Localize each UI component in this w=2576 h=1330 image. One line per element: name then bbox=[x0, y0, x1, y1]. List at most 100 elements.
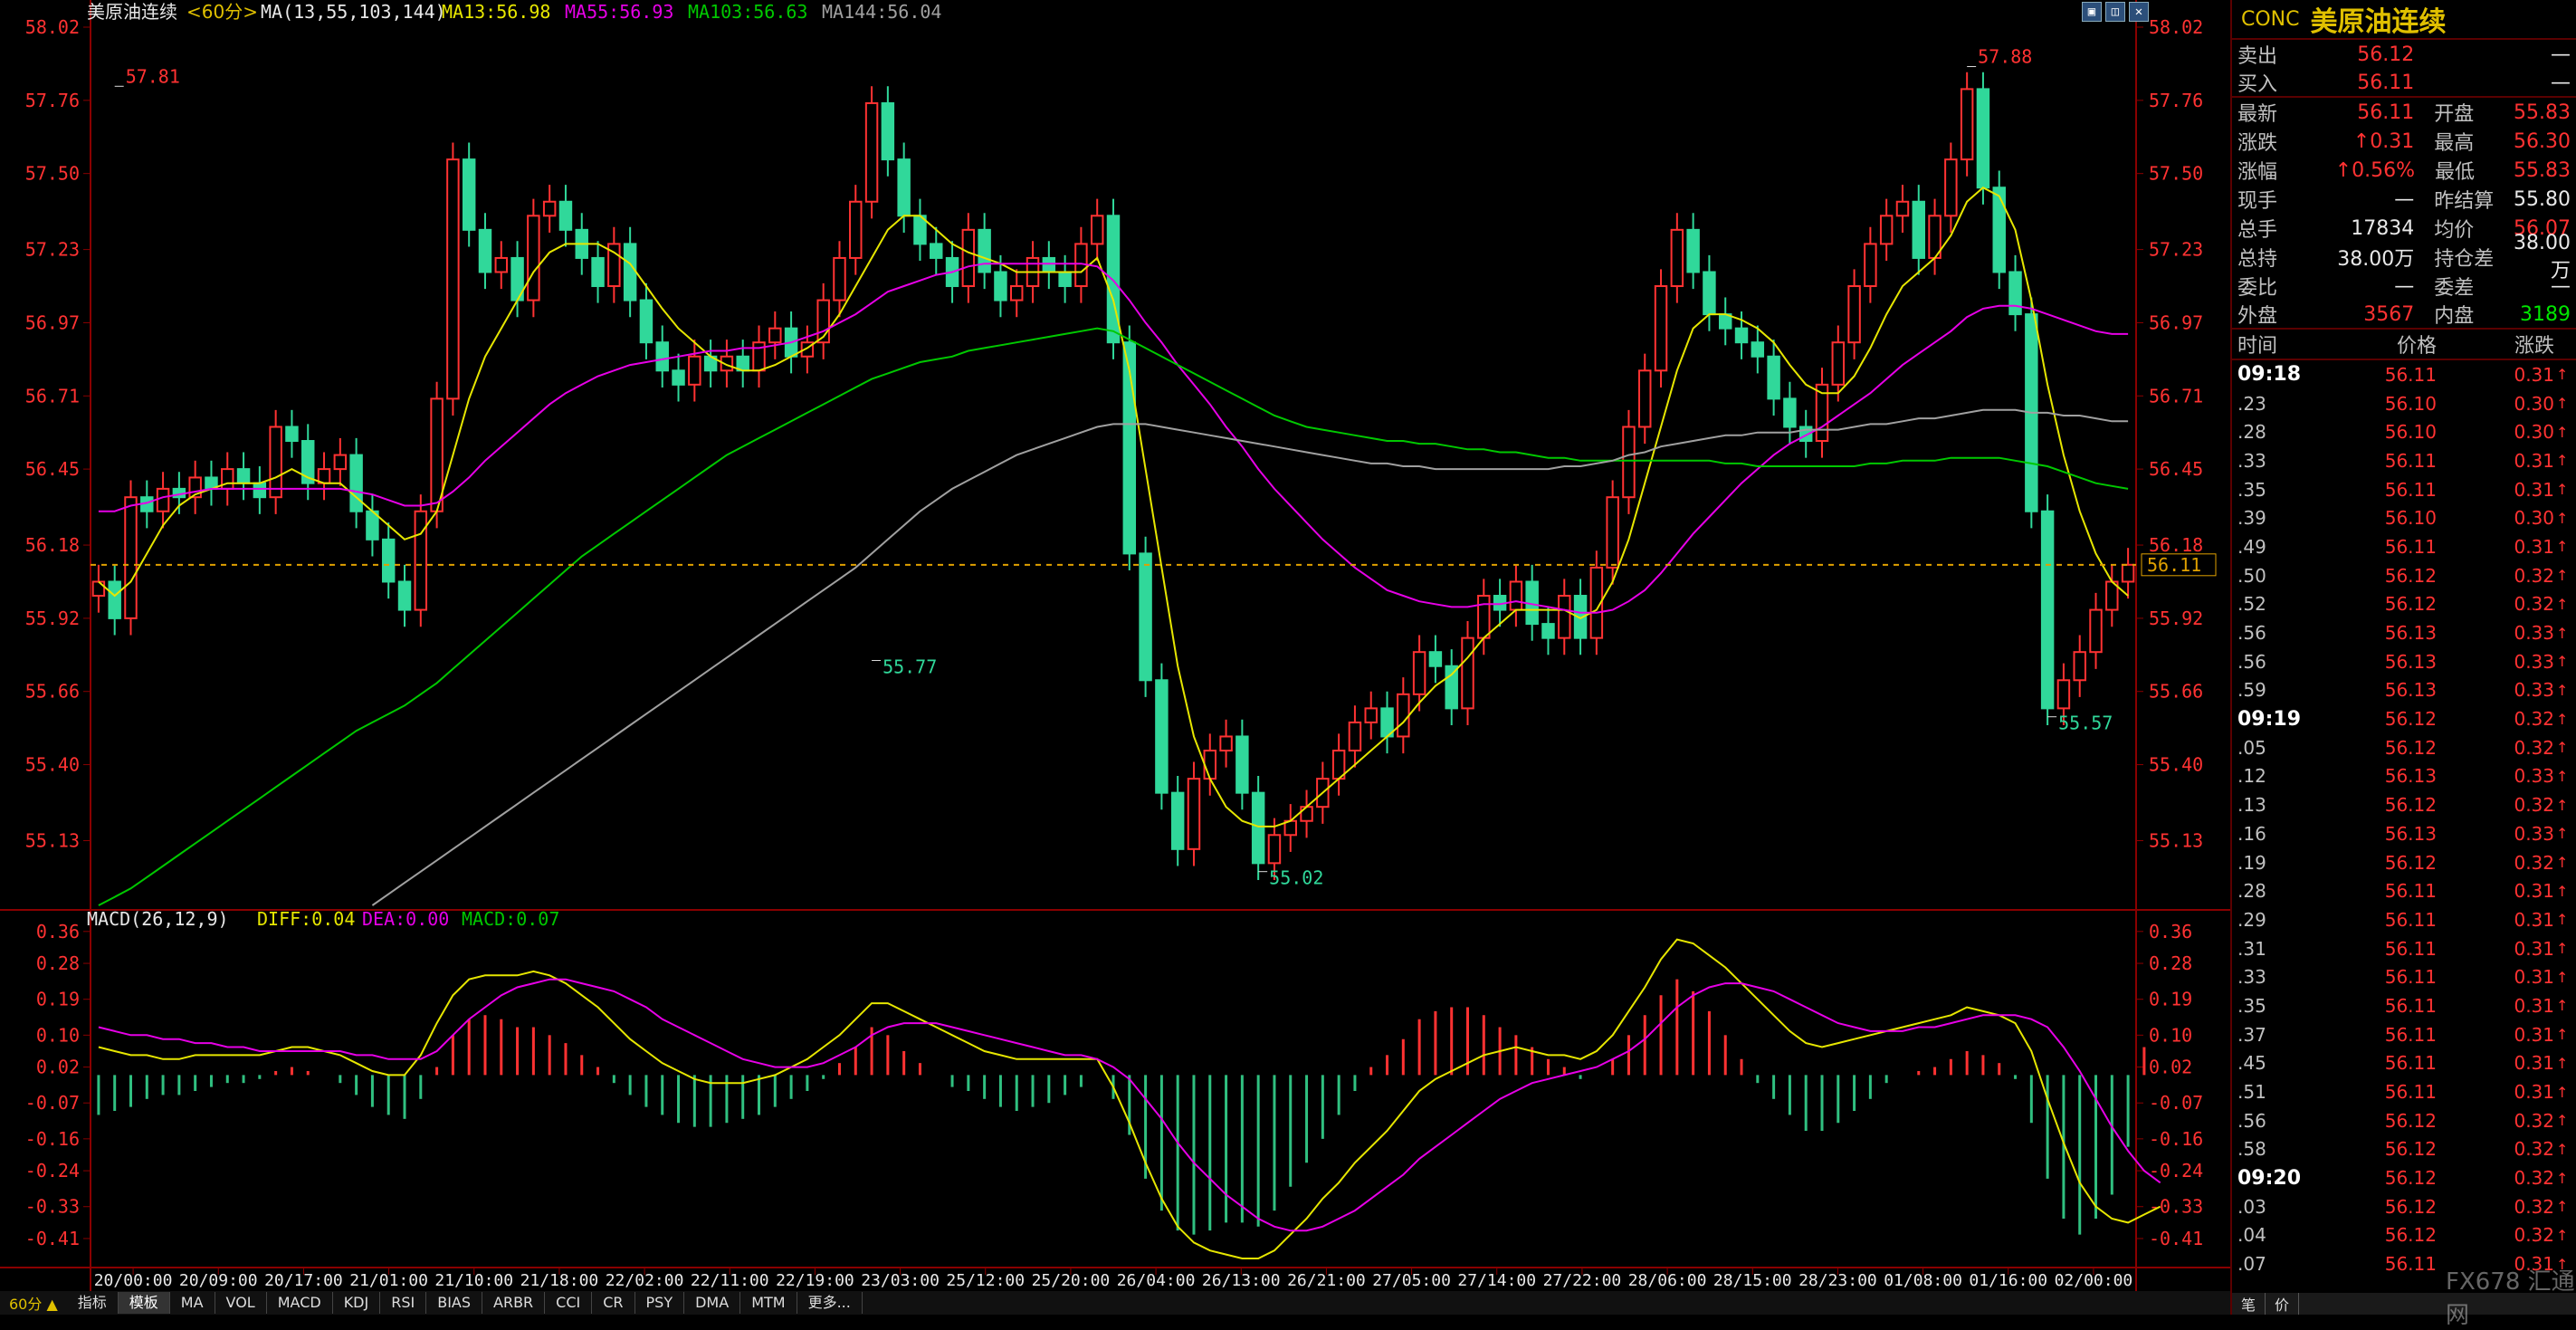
indicator-tab[interactable]: CR bbox=[592, 1292, 635, 1314]
candle-body bbox=[833, 256, 846, 301]
up-arrow-icon: ↑ bbox=[2556, 1169, 2569, 1187]
tick-row: .29 56.11 0.31 ↑ bbox=[2232, 905, 2576, 934]
candle-body bbox=[269, 426, 282, 499]
tick-price: 56.11 bbox=[2384, 478, 2437, 501]
period-selector[interactable]: 60分 ▲ bbox=[0, 1292, 67, 1314]
tick-time: 09:20 bbox=[2237, 1166, 2302, 1190]
price-tick-label-left: 56.97 bbox=[25, 311, 80, 333]
candle-body bbox=[1847, 285, 1861, 344]
candle-body bbox=[124, 496, 138, 619]
restore-icon[interactable]: ▣ bbox=[2082, 2, 2102, 22]
macd-tick-label-right: -0.16 bbox=[2149, 1128, 2203, 1150]
time-tick-label: 27/14:00 bbox=[1457, 1271, 1536, 1290]
indicator-tab[interactable]: ARBR bbox=[482, 1292, 546, 1314]
indicator-tab[interactable]: KDJ bbox=[333, 1292, 381, 1314]
quote-val: — bbox=[2394, 274, 2415, 298]
price-tick-label-right: 55.66 bbox=[2149, 681, 2203, 703]
tick-change: 0.32 bbox=[2514, 1167, 2554, 1190]
quote-lbl2: 均价 bbox=[2434, 219, 2475, 242]
tick-row: .33 56.11 0.31 ↑ bbox=[2232, 446, 2576, 475]
candle-body bbox=[2008, 271, 2022, 316]
up-arrow-icon: ↑ bbox=[2556, 739, 2569, 757]
indicator-tab[interactable]: PSY bbox=[635, 1292, 685, 1314]
time-tick-label: 26/21:00 bbox=[1287, 1271, 1366, 1290]
time-tick-label: 22/11:00 bbox=[691, 1271, 769, 1290]
indicator-tab[interactable]: 模板 bbox=[118, 1292, 170, 1314]
ma-value-label: MA103:56.63 bbox=[688, 1, 807, 23]
extreme-label: 55.77 bbox=[883, 656, 937, 678]
quote-lbl: 最新 bbox=[2237, 103, 2278, 126]
macd-tick-label-right: 0.10 bbox=[2149, 1024, 2192, 1046]
tick-price: 56.13 bbox=[2384, 622, 2437, 645]
indicator-tab[interactable]: RSI bbox=[380, 1292, 427, 1314]
tick-header-price: 价格 bbox=[2396, 335, 2437, 358]
indicator-tab[interactable]: MACD bbox=[267, 1292, 333, 1314]
tick-time: .37 bbox=[2237, 1023, 2266, 1046]
indicator-tab[interactable]: MA bbox=[170, 1292, 215, 1314]
indicator-tab[interactable]: 指标 bbox=[67, 1292, 119, 1314]
tick-header-time: 时间 bbox=[2237, 335, 2278, 358]
candle-body bbox=[978, 228, 991, 273]
indicator-tab[interactable]: 更多... bbox=[797, 1292, 863, 1314]
time-tick-label: 21/10:00 bbox=[434, 1271, 513, 1290]
indicator-tab[interactable]: CCI bbox=[545, 1292, 593, 1314]
tick-row: 09:18 56.11 0.31 ↑ bbox=[2232, 360, 2576, 389]
tick-change: 0.32 bbox=[2514, 736, 2554, 759]
candle-body bbox=[1219, 735, 1233, 752]
candle-body bbox=[1139, 552, 1152, 682]
candle-body bbox=[1412, 651, 1426, 695]
chart-area[interactable]: 58.02 58.02 57.76 57.76 57.50 57.50 57.23 57.23… bbox=[0, 0, 2230, 1315]
candle-body bbox=[333, 454, 348, 471]
tick-price: 56.11 bbox=[2384, 1253, 2437, 1276]
up-arrow-icon: ↑ bbox=[2556, 1054, 2569, 1072]
time-tick-label: 01/16:00 bbox=[1969, 1271, 2047, 1290]
candle-body bbox=[381, 538, 396, 583]
tick-row: 09:20 56.12 0.32 ↑ bbox=[2232, 1163, 2576, 1192]
close-icon[interactable]: ✕ bbox=[2129, 2, 2149, 22]
tick-change: 0.31 bbox=[2514, 908, 2554, 931]
tick-list[interactable]: 09:18 56.11 0.31 ↑ .23 56.10 0.30 ↑ .28 56.10 0.30… bbox=[2232, 360, 2576, 1278]
tick-row: .35 56.11 0.31 ↑ bbox=[2232, 991, 2576, 1020]
ma-value-label: MA13:56.98 bbox=[442, 1, 550, 23]
tab-price[interactable]: 价 bbox=[2266, 1293, 2300, 1315]
tick-change: 0.31 bbox=[2514, 1052, 2554, 1075]
tick-price: 56.11 bbox=[2384, 449, 2437, 472]
indicator-tab[interactable]: MTM bbox=[740, 1292, 797, 1314]
candle-body bbox=[688, 355, 701, 386]
quote-title: CONC 美原油连续 bbox=[2232, 0, 2576, 40]
tick-row: .03 56.12 0.32 ↑ bbox=[2232, 1192, 2576, 1221]
split-icon[interactable]: ◫ bbox=[2105, 2, 2125, 22]
ma-value-label: MA55:56.93 bbox=[565, 1, 673, 23]
ma-line-ma144 bbox=[371, 408, 2129, 906]
tick-price: 56.13 bbox=[2384, 679, 2437, 702]
up-arrow-icon: ↑ bbox=[2556, 653, 2569, 671]
time-tick-label: 22/19:00 bbox=[776, 1271, 854, 1290]
indicator-tab[interactable]: VOL bbox=[215, 1292, 267, 1314]
chart-period: <60分> bbox=[186, 1, 258, 23]
tick-time: .45 bbox=[2237, 1052, 2266, 1075]
candle-body bbox=[1106, 215, 1121, 344]
candle-body bbox=[864, 101, 879, 203]
tab-trades[interactable]: 笔 bbox=[2232, 1293, 2266, 1315]
chart-svg[interactable]: 58.02 58.02 57.76 57.76 57.50 57.50 57.23 57.23… bbox=[0, 0, 2230, 1291]
quote-lbl2: 持仓差 bbox=[2434, 248, 2495, 271]
tick-change: 0.30 bbox=[2514, 507, 2554, 530]
macd-value-label: MACD:0.07 bbox=[462, 908, 559, 930]
macd-tick-label-left: -0.41 bbox=[25, 1228, 80, 1249]
indicator-tab[interactable]: BIAS bbox=[426, 1292, 483, 1314]
price-tick-label-right: 57.76 bbox=[2149, 90, 2203, 111]
macd-diff-label: DIFF:0.04 bbox=[257, 908, 355, 930]
indicator-tab[interactable]: DMA bbox=[684, 1292, 741, 1314]
time-tick-label: 21/01:00 bbox=[349, 1271, 428, 1290]
price-tick-label-right: 55.40 bbox=[2149, 754, 2203, 776]
macd-label: MACD(26,12,9) bbox=[87, 908, 229, 930]
tick-row: .31 56.11 0.31 ↑ bbox=[2232, 934, 2576, 963]
tick-row: .37 56.11 0.31 ↑ bbox=[2232, 1020, 2576, 1049]
up-arrow-icon: ↑ bbox=[2556, 710, 2569, 728]
candle-body bbox=[1042, 256, 1056, 273]
tick-change: 0.31 bbox=[2514, 478, 2554, 501]
candle-body bbox=[1912, 200, 1925, 259]
tick-price: 56.11 bbox=[2384, 908, 2437, 931]
quote-table: 卖出 56.12 — 买入 56.11 — 最新 56.11 开盘 55.83 涨跌 ↑0.31 最高 5… bbox=[2232, 40, 2576, 330]
up-arrow-icon: ↑ bbox=[2556, 825, 2569, 843]
